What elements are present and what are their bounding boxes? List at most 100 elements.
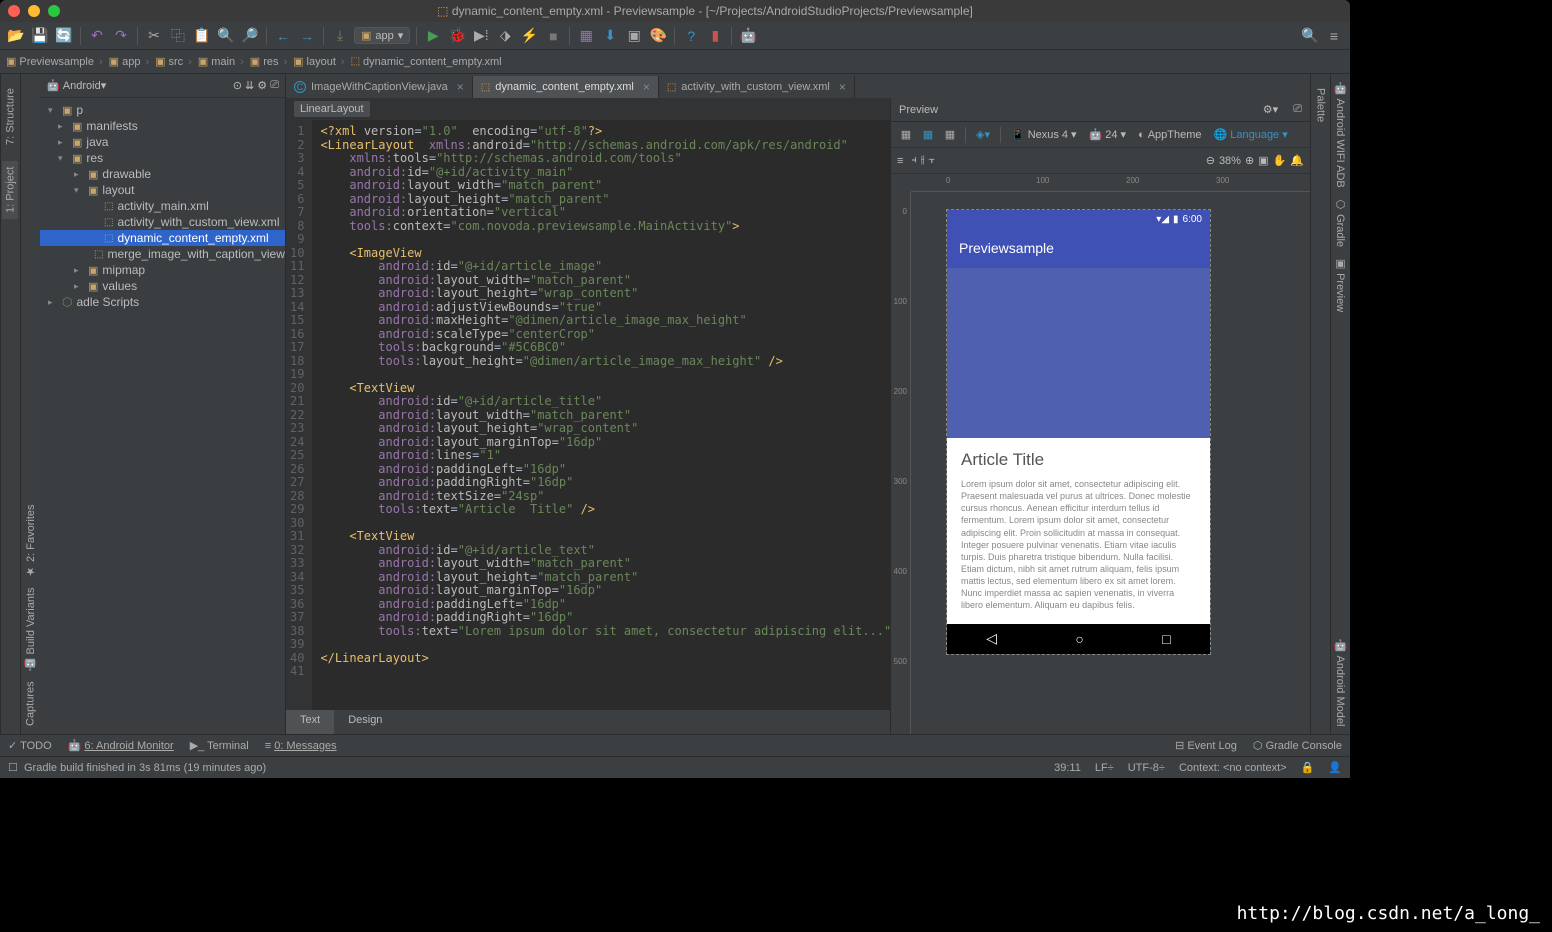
preview-tab[interactable]: ▣ Preview xyxy=(1334,257,1347,312)
sdk-icon[interactable]: ⬇ xyxy=(600,26,620,46)
tree-item[interactable]: ▾▣res xyxy=(40,150,285,166)
design-tab[interactable]: Design xyxy=(334,710,396,734)
gradle-console-tab[interactable]: ⬡ Gradle Console xyxy=(1253,739,1342,752)
instant-run-icon[interactable]: ⚡ xyxy=(519,26,539,46)
api-dropdown[interactable]: 🤖24▾ xyxy=(1085,126,1130,143)
todo-tab[interactable]: ✓ TODO xyxy=(8,739,52,752)
code-editor[interactable]: LinearLayout 123456789101112131415161718… xyxy=(286,98,890,734)
undo-icon[interactable]: ↶ xyxy=(87,26,107,46)
tree-item[interactable]: ▸▣manifests xyxy=(40,118,285,134)
editor-tab[interactable]: CImageWithCaptionView.java× xyxy=(286,76,473,98)
android-monitor-tab[interactable]: 🤖 6: Android Monitor xyxy=(68,739,174,752)
lock-icon[interactable]: 🔒 xyxy=(1301,761,1315,774)
tree-item[interactable]: ▸▣java xyxy=(40,134,285,150)
open-icon[interactable]: 📂 xyxy=(6,26,26,46)
crumb[interactable]: ▣layout xyxy=(293,55,346,68)
crumb[interactable]: ▣Previewsample xyxy=(6,55,105,68)
project-tree[interactable]: ▾▣p ▸▣manifests▸▣java▾▣res▸▣drawable▾▣la… xyxy=(40,98,285,734)
collapse-icon[interactable]: ⇊ xyxy=(245,79,254,92)
text-tab[interactable]: Text xyxy=(286,710,334,734)
view-blueprint-icon[interactable]: ▦ xyxy=(919,126,937,144)
attach-debug-icon[interactable]: ⬗ xyxy=(495,26,515,46)
back-icon[interactable]: ← xyxy=(273,26,293,46)
crumb[interactable]: ▣app xyxy=(109,55,151,68)
context[interactable]: Context: <no context> xyxy=(1179,762,1287,774)
layout-inspector-icon[interactable]: ▣ xyxy=(624,26,644,46)
sync-icon[interactable]: 🔄 xyxy=(54,26,74,46)
view-both-icon[interactable]: ▦ xyxy=(941,126,959,144)
align-center-icon[interactable]: ⫲ xyxy=(921,154,925,167)
avd-icon[interactable]: ▦ xyxy=(576,26,596,46)
replace-icon[interactable]: 🔎 xyxy=(240,26,260,46)
wifi-adb-tab[interactable]: 🤖 Android WIFI ADB xyxy=(1334,82,1347,188)
editor-tab[interactable]: ⬚activity_with_custom_view.xml× xyxy=(659,76,855,98)
find-icon[interactable]: 🔍 xyxy=(216,26,236,46)
make-icon[interactable]: ⤓ xyxy=(330,26,350,46)
theme-dropdown[interactable]: ◐AppTheme xyxy=(1134,127,1205,143)
forward-icon[interactable]: → xyxy=(297,26,317,46)
paste-icon[interactable]: 📋 xyxy=(192,26,212,46)
editor-breadcrumb[interactable]: LinearLayout xyxy=(286,98,890,120)
tree-item[interactable]: ⬚merge_image_with_caption_view.xml xyxy=(40,246,285,262)
gear-icon[interactable]: ⚙ xyxy=(257,79,267,92)
scroll-from-icon[interactable]: ⊙ xyxy=(233,79,242,92)
hide-icon[interactable]: ⎚ xyxy=(1293,103,1302,116)
zoom-in-icon[interactable]: ⊕ xyxy=(1245,154,1254,167)
tree-item[interactable]: ▾▣layout xyxy=(40,182,285,198)
tree-item[interactable]: ▸▣values xyxy=(40,278,285,294)
gear-icon[interactable]: ⚙▾ xyxy=(1263,103,1278,116)
project-view-label[interactable]: Android xyxy=(63,80,101,92)
zoom-out-icon[interactable]: ⊖ xyxy=(1206,154,1215,167)
android-model-tab[interactable]: 🤖 Android Model xyxy=(1334,639,1347,726)
copy-icon[interactable]: ⿻ xyxy=(168,26,188,46)
orientation-dropdown[interactable]: ◈▾ xyxy=(972,126,994,143)
tree-item[interactable]: ⬚dynamic_content_empty.xml xyxy=(40,230,285,246)
pan-icon[interactable]: ✋ xyxy=(1273,154,1287,167)
redo-icon[interactable]: ↷ xyxy=(111,26,131,46)
close-tab-icon[interactable]: × xyxy=(839,80,846,94)
line-separator[interactable]: LF÷ xyxy=(1095,762,1114,774)
android-icon[interactable]: 🤖 xyxy=(738,26,758,46)
tree-item[interactable]: ▸▣mipmap xyxy=(40,262,285,278)
zoom-fit-icon[interactable]: ▣ xyxy=(1258,154,1268,167)
captures-tab[interactable]: Captures xyxy=(25,681,37,726)
device-dropdown[interactable]: 📱Nexus 4▾ xyxy=(1007,126,1081,143)
tree-item[interactable]: ⬚activity_with_custom_view.xml xyxy=(40,214,285,230)
notifications-icon[interactable]: 🔔 xyxy=(1290,154,1304,167)
build-variants-tab[interactable]: 🤖 Build Variants xyxy=(24,588,37,672)
encoding[interactable]: UTF-8÷ xyxy=(1128,762,1165,774)
gutter[interactable]: 1234567891011121314151617181920212223242… xyxy=(286,120,312,710)
menu-icon[interactable]: ≡ xyxy=(1324,26,1344,46)
hector-icon[interactable]: 👤 xyxy=(1328,761,1342,774)
save-icon[interactable]: 💾 xyxy=(30,26,50,46)
tree-item[interactable]: ⬚activity_main.xml xyxy=(40,198,285,214)
align-left-icon[interactable]: ⫞ xyxy=(911,154,917,167)
toggle-tool-windows-icon[interactable]: ☐ xyxy=(8,761,18,774)
tree-item[interactable]: ▸▣drawable xyxy=(40,166,285,182)
favorites-tab[interactable]: ★ 2: Favorites xyxy=(24,504,37,578)
show-warnings-icon[interactable]: ≡ xyxy=(897,155,903,167)
locale-dropdown[interactable]: 🌐Language▾ xyxy=(1210,126,1292,143)
theme-editor-icon[interactable]: 🎨 xyxy=(648,26,668,46)
structure-tab[interactable]: 7: Structure xyxy=(3,82,19,151)
code-content[interactable]: <?xml version="1.0" encoding="utf-8"?><L… xyxy=(312,120,890,710)
terminal-tab[interactable]: ▶_ Terminal xyxy=(190,739,249,752)
crumb[interactable]: ▣res xyxy=(250,55,289,68)
messages-tab[interactable]: ≡ 0: Messages xyxy=(265,740,337,752)
preview-canvas[interactable]: 0100200300 0100200300400500 ▾◢▮6:00 Prev… xyxy=(891,174,1310,734)
gradle-tab[interactable]: ⬡ Gradle xyxy=(1334,198,1347,247)
maximize-window[interactable] xyxy=(48,5,60,17)
align-right-icon[interactable]: ⫟ xyxy=(929,154,936,167)
view-single-icon[interactable]: ▦ xyxy=(897,126,915,144)
help-icon[interactable]: ? xyxy=(681,26,701,46)
close-window[interactable] xyxy=(8,5,20,17)
run-coverage-icon[interactable]: ▶⁞ xyxy=(471,26,491,46)
run-config-dropdown[interactable]: ▣app ▾ xyxy=(354,27,410,44)
crumb[interactable]: ▣src xyxy=(155,55,194,68)
event-log-tab[interactable]: ⊟ Event Log xyxy=(1175,739,1237,752)
hide-icon[interactable]: ⎚ xyxy=(270,79,279,92)
close-tab-icon[interactable]: × xyxy=(643,80,650,94)
device-icon[interactable]: ▮ xyxy=(705,26,725,46)
editor-tab[interactable]: ⬚dynamic_content_empty.xml× xyxy=(473,76,659,98)
debug-icon[interactable]: 🐞 xyxy=(447,26,467,46)
